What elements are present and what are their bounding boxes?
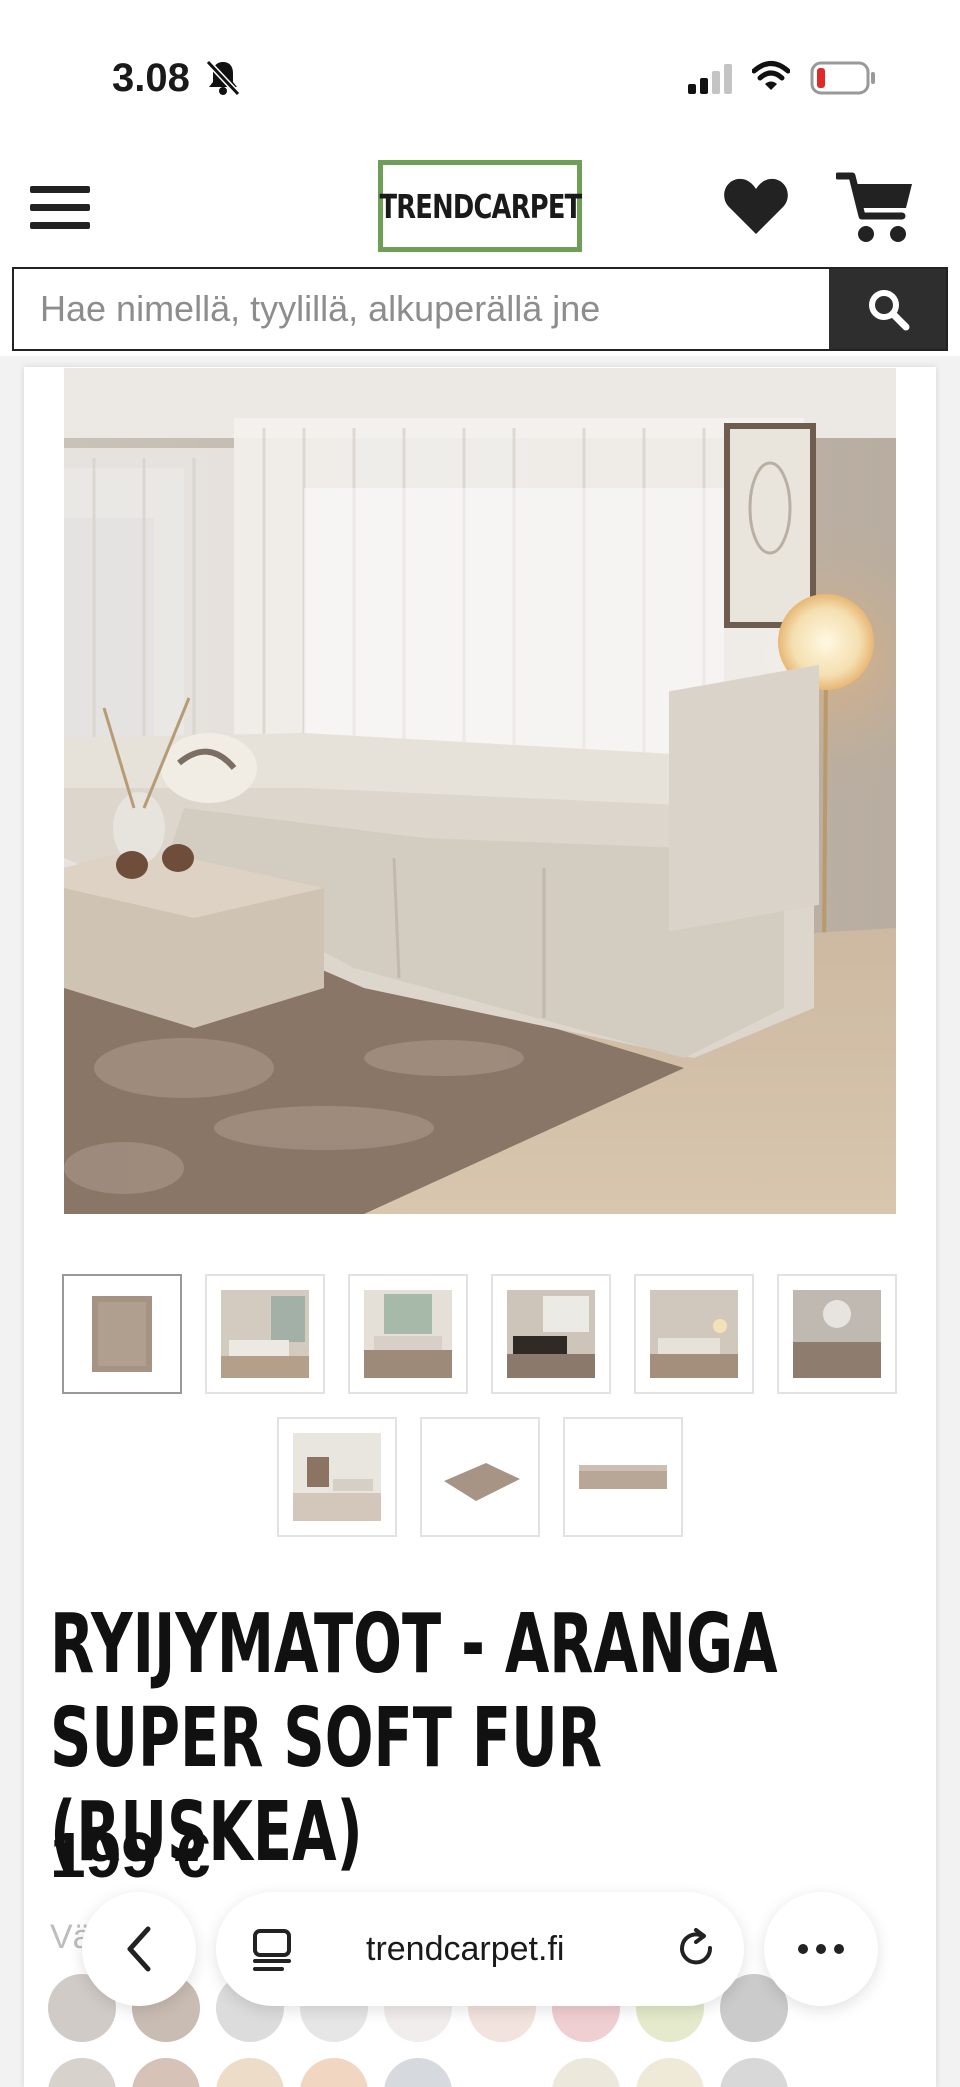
thumbnail-image xyxy=(364,1290,452,1378)
logo-text: TRENDCARPET xyxy=(379,186,582,226)
thumbnail-image xyxy=(650,1290,738,1378)
more-button[interactable] xyxy=(764,1892,878,2006)
heart-icon[interactable] xyxy=(722,176,790,241)
thumbnail-living-room-3[interactable] xyxy=(491,1274,611,1394)
thumbnail-image xyxy=(579,1465,667,1489)
main-product-image[interactable] xyxy=(64,368,896,1214)
search-input[interactable] xyxy=(14,269,829,349)
bell-muted-icon xyxy=(204,58,242,103)
cart-icon[interactable] xyxy=(834,170,916,251)
thumbnail-image xyxy=(221,1290,309,1378)
product-price: 199 € xyxy=(50,1819,211,1891)
thumbnail-living-room-1[interactable] xyxy=(205,1274,325,1394)
menu-icon[interactable] xyxy=(30,186,90,232)
thumbnail-living-room-2[interactable] xyxy=(348,1274,468,1394)
search-icon xyxy=(868,290,909,331)
thumbnail-image xyxy=(793,1290,881,1378)
reload-icon[interactable] xyxy=(676,1928,718,1970)
thumbnail-rug-closeup[interactable] xyxy=(62,1274,182,1394)
thumbnail-living-room-5[interactable] xyxy=(777,1274,897,1394)
site-logo[interactable]: TRENDCARPET xyxy=(378,160,582,252)
more-icon xyxy=(798,1944,844,1954)
thumbnail-image xyxy=(507,1290,595,1378)
tabs-icon[interactable] xyxy=(252,1928,292,1972)
thumbnail-living-room-6[interactable] xyxy=(277,1417,397,1537)
thumbnail-image xyxy=(444,1463,520,1501)
browser-url-bar[interactable]: trendcarpet.fi xyxy=(216,1892,744,2006)
wifi-icon xyxy=(751,60,791,97)
thumbnail-image xyxy=(92,1296,152,1372)
back-chevron-icon xyxy=(127,1926,151,1972)
site-header: TRENDCARPET xyxy=(0,150,960,266)
thumbnail-rug-edge[interactable] xyxy=(563,1417,683,1537)
search-bar xyxy=(12,267,948,351)
thumbnail-image xyxy=(293,1433,381,1521)
thumbnail-rug-angle[interactable] xyxy=(420,1417,540,1537)
status-time: 3.08 xyxy=(112,56,190,100)
status-bar: 3.08 xyxy=(0,0,960,150)
cellular-signal-icon xyxy=(688,64,734,99)
battery-low-icon xyxy=(810,60,876,101)
browser-back-button[interactable] xyxy=(82,1892,196,2006)
url-text: trendcarpet.fi xyxy=(366,1930,565,1968)
thumbnail-living-room-4[interactable] xyxy=(634,1274,754,1394)
search-button[interactable] xyxy=(829,269,946,349)
